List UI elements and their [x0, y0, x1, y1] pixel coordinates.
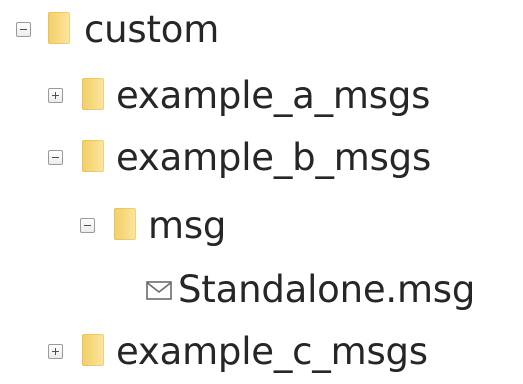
- tree-item-label: example_a_msgs: [116, 74, 431, 117]
- tree-item-custom[interactable]: custom: [0, 2, 523, 62]
- tree-item-example-a-msgs[interactable]: example_a_msgs: [0, 68, 523, 128]
- expand-icon[interactable]: [48, 88, 63, 103]
- envelope-icon: [146, 281, 172, 300]
- tree-item-label: Standalone.msg: [178, 268, 476, 311]
- tree-item-label: example_c_msgs: [116, 330, 428, 373]
- tree-item-label: custom: [84, 8, 220, 51]
- tree-item-msg[interactable]: msg: [0, 198, 523, 258]
- folder-icon: [82, 140, 104, 172]
- collapse-icon[interactable]: [16, 22, 31, 37]
- tree-item-standalone-msg[interactable]: Standalone.msg: [0, 262, 523, 322]
- tree-item-label: example_b_msgs: [116, 136, 432, 179]
- tree-item-example-c-msgs[interactable]: example_c_msgs: [0, 324, 523, 384]
- tree-item-example-b-msgs[interactable]: example_b_msgs: [0, 130, 523, 190]
- folder-icon: [82, 78, 104, 110]
- folder-icon: [114, 208, 136, 240]
- collapse-icon[interactable]: [80, 218, 95, 233]
- file-tree: custom example_a_msgs example_b_msgs msg…: [0, 0, 523, 384]
- folder-icon: [82, 334, 104, 366]
- collapse-icon[interactable]: [48, 150, 63, 165]
- tree-item-label: msg: [148, 204, 227, 247]
- folder-icon: [48, 12, 70, 44]
- expand-icon[interactable]: [48, 344, 63, 359]
